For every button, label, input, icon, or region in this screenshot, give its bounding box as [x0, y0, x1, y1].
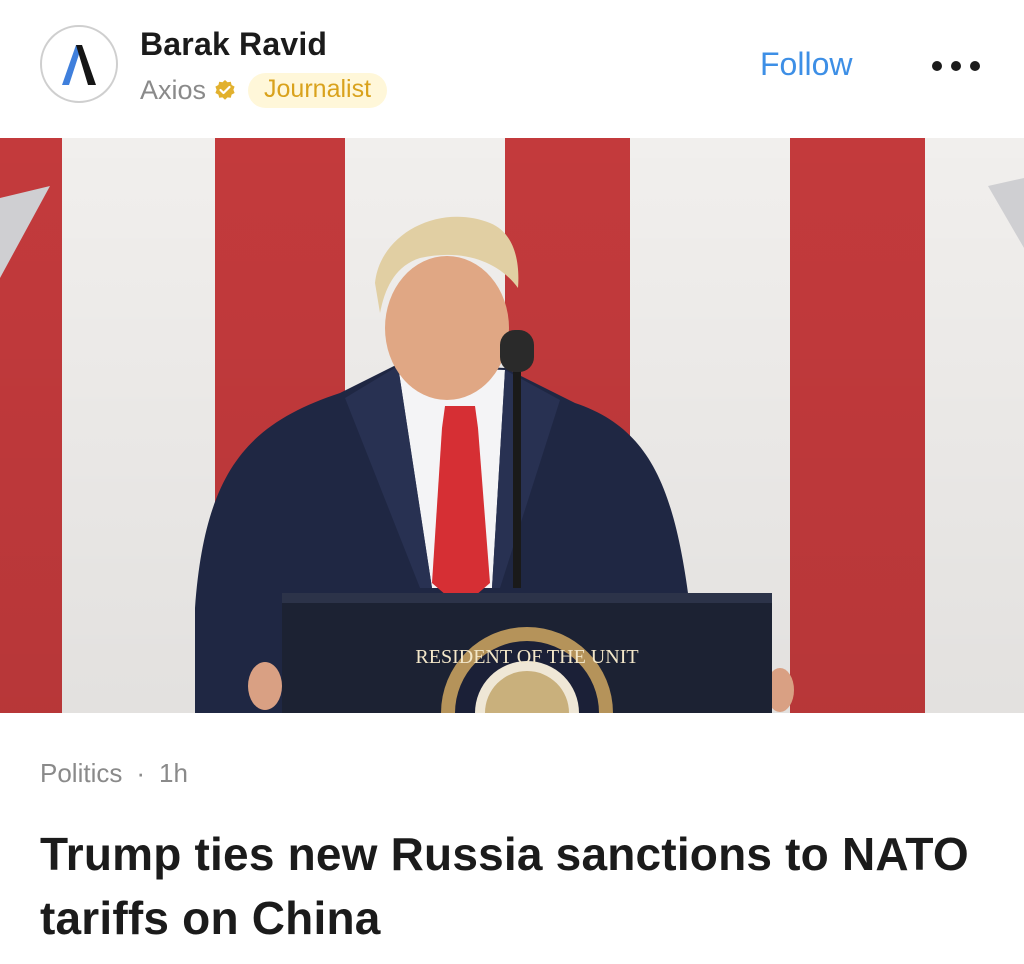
post-header: Barak Ravid Axios Journalist Follow: [0, 0, 1024, 138]
timestamp: 1h: [159, 758, 188, 788]
role-badge: Journalist: [248, 72, 388, 108]
article-headline[interactable]: Trump ties new Russia sanctions to NATO …: [40, 822, 980, 950]
avatar[interactable]: [40, 25, 118, 103]
ellipsis-icon: [970, 61, 980, 71]
follow-button[interactable]: Follow: [760, 46, 852, 83]
seal-text: RESIDENT OF THE UNIT: [415, 646, 638, 668]
article-image[interactable]: RESIDENT OF THE UNIT: [0, 138, 1024, 713]
meta-separator: ·: [136, 758, 146, 788]
axios-logo-icon: [62, 45, 96, 85]
more-options-button[interactable]: [928, 52, 984, 80]
article-meta: Politics · 1h: [40, 758, 188, 789]
publisher-name[interactable]: Axios: [140, 75, 206, 106]
author-name[interactable]: Barak Ravid: [140, 26, 327, 63]
author-meta-row: Axios Journalist: [140, 72, 388, 108]
verified-badge-icon: [215, 80, 235, 100]
podium-photo: RESIDENT OF THE UNIT: [0, 138, 1024, 713]
ellipsis-icon: [951, 61, 961, 71]
podium: RESIDENT OF THE UNIT: [282, 593, 772, 713]
ellipsis-icon: [932, 61, 942, 71]
category-label[interactable]: Politics: [40, 758, 122, 789]
